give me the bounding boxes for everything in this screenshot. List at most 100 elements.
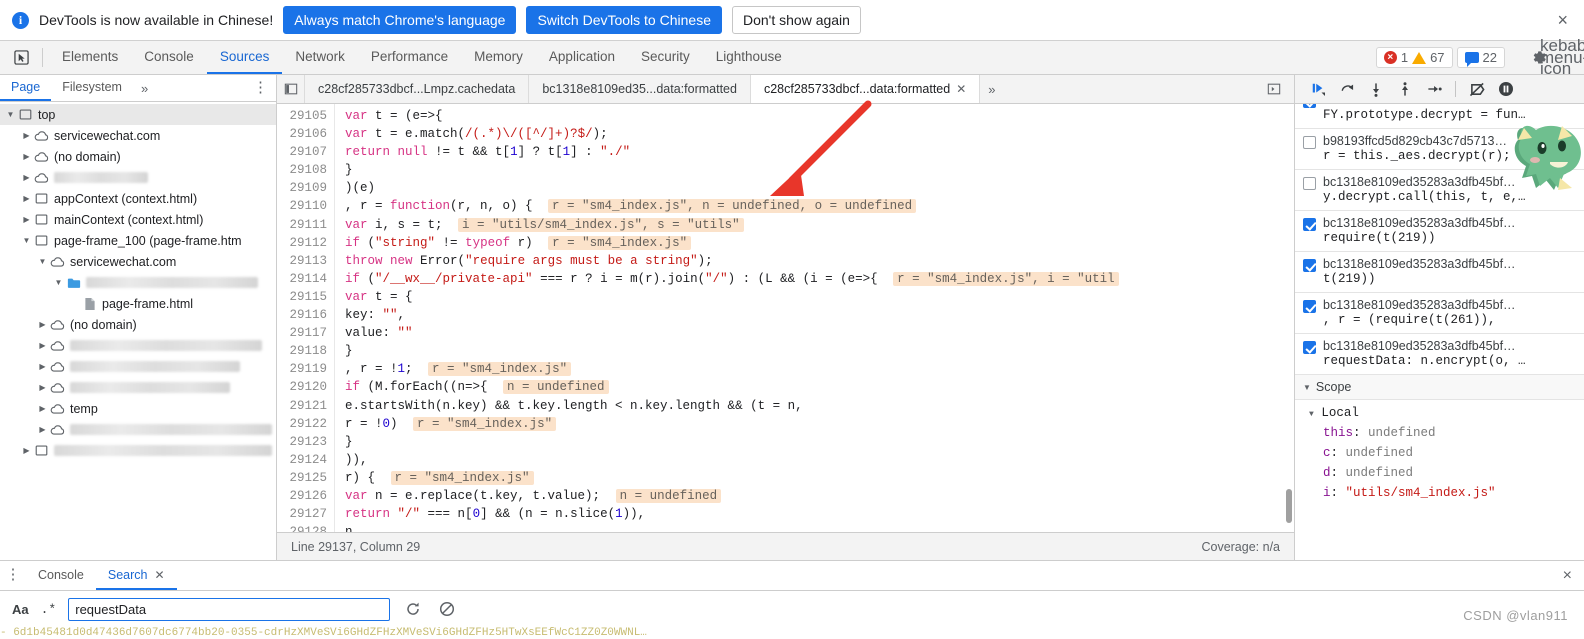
editor-vertical-scrollbar[interactable] (1286, 489, 1292, 523)
chevron-right-icon[interactable] (36, 362, 49, 371)
line-number[interactable]: 29122 (277, 415, 334, 433)
drawer-tab-console[interactable]: Console (26, 561, 96, 590)
chevron-right-icon[interactable] (36, 320, 49, 329)
code-line[interactable]: e.startsWith(n.key) && t.key.length < n.… (335, 397, 1294, 415)
line-number[interactable]: 29121 (277, 397, 334, 415)
code-editor[interactable]: 29105 29106 29107 29108 29109 29110 29111 29112… (277, 104, 1294, 532)
breakpoint-checkbox[interactable] (1303, 341, 1316, 354)
breakpoint-checkbox[interactable] (1303, 259, 1316, 272)
chevron-right-icon[interactable] (36, 341, 49, 350)
line-number[interactable]: 29125 (277, 469, 334, 487)
code-line[interactable]: , r = !1; r = "sm4_index.js" (335, 360, 1294, 378)
code-line[interactable]: var t = e.match(/(.*)\/([^/]+)?$/); (335, 125, 1294, 143)
match-case-toggle[interactable]: Aa (12, 602, 29, 617)
tree-item[interactable]: servicewechat.com (0, 251, 276, 272)
code-line[interactable]: )), (335, 451, 1294, 469)
code-line[interactable]: var t = (e=>{ (335, 107, 1294, 125)
tree-item[interactable]: top (0, 104, 276, 125)
file-tab-0[interactable]: c28cf285733dbcf...Lmpz.cachedata (305, 75, 530, 103)
navigator-kebab-icon[interactable]: ⋮ (253, 75, 276, 101)
line-number[interactable]: 29111 (277, 216, 334, 234)
drawer-close-icon[interactable]: × (1563, 561, 1584, 590)
breakpoint-item[interactable]: bc1318e8109ed35283a3dfb45bf… t(219)) (1295, 252, 1584, 293)
code-line[interactable]: if ("string" != typeof r) r = "sm4_index… (335, 234, 1294, 252)
breakpoint-checkbox[interactable] (1303, 218, 1316, 231)
code-line[interactable]: if ("/__wx__/private-api" === r ? i = m(… (335, 270, 1294, 288)
tree-item[interactable] (0, 272, 276, 293)
refresh-icon[interactable] (402, 598, 424, 620)
code-line[interactable]: if (M.forEach((n=>{ n = undefined (335, 378, 1294, 396)
message-counter[interactable]: 22 (1456, 47, 1505, 68)
chevron-right-icon[interactable] (20, 131, 33, 140)
line-number[interactable]: 29105 (277, 107, 334, 125)
line-number[interactable]: 29115 (277, 288, 334, 306)
issue-counters[interactable]: × 1 67 (1375, 47, 1453, 68)
always-match-chrome-language-button[interactable]: Always match Chrome's language (283, 6, 517, 34)
breakpoint-item[interactable]: bc1318e8109ed35283a3dfb45bf… y.decrypt.ca… (1295, 170, 1584, 211)
line-number[interactable]: 29118 (277, 342, 334, 360)
tree-item[interactable] (0, 356, 276, 377)
inspect-cursor-icon[interactable] (6, 41, 36, 74)
chevron-right-icon[interactable] (20, 173, 33, 182)
scope-variable-row[interactable]: i: "utils/sm4_index.js" (1295, 483, 1584, 503)
scope-group-local[interactable]: ▼ Local (1295, 403, 1584, 423)
code-content[interactable]: var t = (e=>{ var t = e.match(/(.*)\/([^… (335, 104, 1294, 532)
resume-icon[interactable] (1305, 78, 1331, 100)
tree-item[interactable] (0, 167, 276, 188)
close-icon[interactable]: ✕ (154, 568, 164, 582)
chevron-right-icon[interactable] (20, 215, 33, 224)
line-number[interactable]: 29114 (277, 270, 334, 288)
tree-item[interactable]: temp (0, 398, 276, 419)
file-tab-2[interactable]: c28cf285733dbcf...data:formatted ✕ (750, 75, 981, 103)
search-input[interactable] (68, 597, 391, 621)
scope-variable-row[interactable]: this: undefined (1295, 423, 1584, 443)
chevron-right-icon[interactable] (36, 383, 49, 392)
tree-item[interactable] (0, 335, 276, 356)
panel-collapse-icon[interactable] (277, 75, 305, 103)
clear-icon[interactable] (436, 598, 458, 620)
code-line[interactable]: r = !0) r = "sm4_index.js" (335, 415, 1294, 433)
chevron-right-icon[interactable] (20, 194, 33, 203)
step-icon[interactable] (1421, 78, 1447, 100)
line-number[interactable]: 29107 (277, 143, 334, 161)
breakpoint-checkbox[interactable] (1303, 177, 1316, 190)
breakpoint-checkbox[interactable] (1303, 136, 1316, 149)
code-line[interactable]: , r = function(r, n, o) { r = "sm4_index… (335, 197, 1294, 215)
show-navigator-icon[interactable] (1260, 82, 1288, 96)
breakpoint-item[interactable]: bc1318e8109ed35283a3dfb45bf… require(t(21… (1295, 211, 1584, 252)
code-line[interactable]: } (335, 342, 1294, 360)
tree-item[interactable]: page-frame_100 (page-frame.htm (0, 230, 276, 251)
chevron-down-icon[interactable] (20, 236, 33, 245)
kebab-menu-icon[interactable]: kebab-menu-icon (1540, 37, 1584, 78)
tree-item[interactable] (0, 419, 276, 440)
code-line[interactable]: var i, s = t; i = "utils/sm4_index.js", … (335, 216, 1294, 234)
line-number[interactable]: 29108 (277, 161, 334, 179)
code-line[interactable]: n (335, 523, 1294, 532)
line-number[interactable]: 29112 (277, 234, 334, 252)
close-icon[interactable]: ✕ (956, 82, 966, 96)
line-number[interactable]: 29128 (277, 523, 334, 532)
pause-on-exceptions-icon[interactable] (1493, 78, 1519, 100)
code-line[interactable]: key: "", (335, 306, 1294, 324)
breakpoint-checkbox[interactable] (1303, 300, 1316, 313)
line-number[interactable]: 29124 (277, 451, 334, 469)
chevron-right-icon[interactable] (20, 446, 33, 455)
tab-security[interactable]: Security (628, 41, 703, 74)
scope-variable-row[interactable]: d: undefined (1295, 463, 1584, 483)
code-line[interactable]: throw new Error("require args must be a … (335, 252, 1294, 270)
tree-item[interactable]: page-frame.html (0, 293, 276, 314)
nav-tab-page[interactable]: Page (0, 75, 52, 101)
breakpoint-checkbox[interactable] (1303, 104, 1316, 108)
line-number[interactable]: 29109 (277, 179, 334, 197)
tab-sources[interactable]: Sources (206, 41, 283, 74)
tree-item[interactable]: servicewechat.com (0, 125, 276, 146)
close-icon[interactable]: × (1551, 11, 1574, 29)
regex-toggle[interactable]: .* (41, 602, 57, 617)
chevron-right-icon[interactable] (36, 404, 49, 413)
line-number[interactable]: 29113 (277, 252, 334, 270)
tab-application[interactable]: Application (536, 41, 628, 74)
line-number[interactable]: 29106 (277, 125, 334, 143)
scope-variable-row[interactable]: c: undefined (1295, 443, 1584, 463)
breakpoint-item[interactable]: bc1318e8109ed35283a3dfb45bf…FY.prototype… (1295, 104, 1584, 129)
tree-item[interactable]: (no domain) (0, 314, 276, 335)
